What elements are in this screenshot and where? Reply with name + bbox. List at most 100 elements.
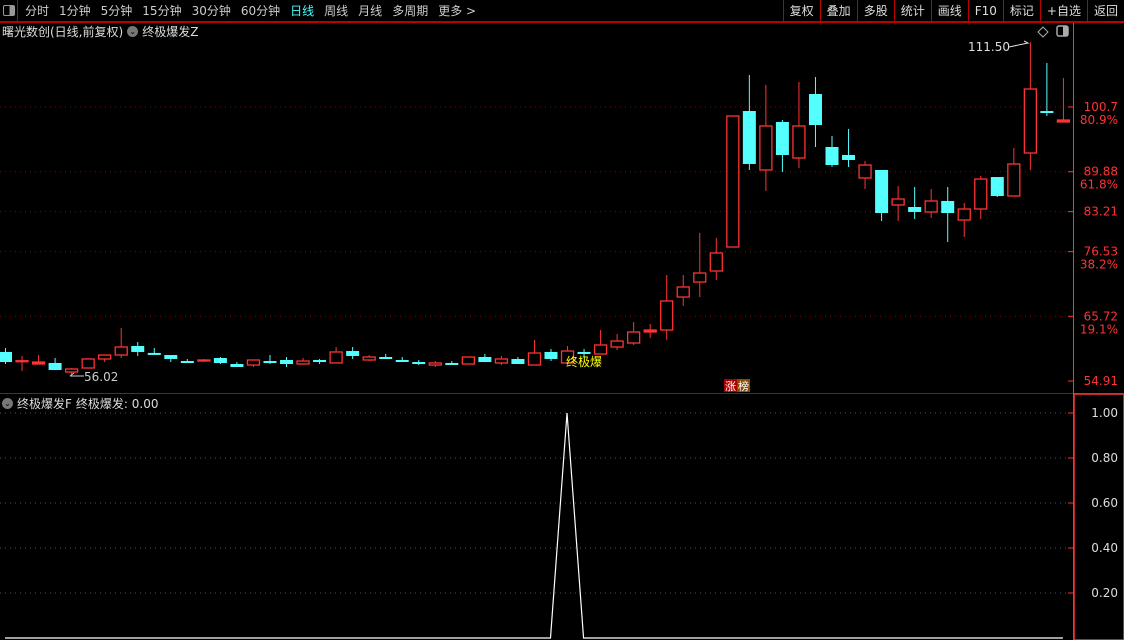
badge-bg bbox=[737, 379, 750, 392]
candle-down bbox=[180, 361, 194, 364]
toolbar-button[interactable]: 返回 bbox=[1086, 0, 1124, 22]
sub-tick-label: 0.20 bbox=[1091, 586, 1118, 600]
period-tab[interactable]: 更多 > bbox=[433, 2, 481, 19]
candle-down bbox=[131, 345, 145, 352]
signal-label: 终极爆 bbox=[566, 354, 602, 369]
candle-down bbox=[280, 359, 294, 365]
candle-down bbox=[842, 155, 856, 160]
period-tab[interactable]: 30分钟 bbox=[187, 2, 236, 19]
candle-up bbox=[560, 350, 575, 364]
candle-up bbox=[98, 354, 112, 360]
period-tab[interactable]: 5分钟 bbox=[96, 2, 138, 19]
candle-up bbox=[1007, 163, 1021, 197]
chevron-down-icon[interactable]: ⌄ bbox=[127, 26, 139, 37]
candle-down bbox=[544, 351, 558, 359]
sub-indicator-name[interactable]: 终极爆发F bbox=[17, 395, 72, 412]
candle-up bbox=[1056, 119, 1071, 123]
candle-down bbox=[395, 359, 409, 362]
candle-up bbox=[494, 358, 509, 364]
candlestick-chart[interactable]: 100.780.9% 89.8861.8% 83.21 76.5338.2% 65.72… bbox=[0, 0, 1124, 640]
candle-up bbox=[726, 115, 740, 248]
candle-up bbox=[924, 200, 938, 213]
toolbar-button[interactable]: +自选 bbox=[1039, 0, 1087, 22]
toolbar-button[interactable]: 标记 bbox=[1002, 0, 1040, 22]
candle-down bbox=[164, 355, 178, 359]
toolbar-button[interactable]: 多股 bbox=[856, 0, 894, 22]
stock-title: 曙光数创(日线,前复权) bbox=[2, 25, 124, 39]
candle-down bbox=[941, 200, 955, 214]
pct-tick-label: 80.9% bbox=[1080, 113, 1118, 127]
diamond-icon bbox=[1037, 26, 1049, 38]
period-tab[interactable]: 60分钟 bbox=[236, 2, 285, 19]
sub-tick-label: 1.00 bbox=[1091, 406, 1118, 420]
toolbar-buttons: 复权 叠加 多股 统计 画线 F10 标记 +自选 返回 bbox=[782, 0, 1124, 22]
panel-toggle-icon[interactable] bbox=[0, 0, 18, 22]
candle-up bbox=[891, 198, 905, 206]
candle-up bbox=[626, 331, 641, 344]
candle-up bbox=[957, 208, 971, 221]
period-tab[interactable]: 多周期 bbox=[387, 2, 433, 19]
candle-up bbox=[114, 346, 128, 356]
sub-tick-label: 0.40 bbox=[1091, 541, 1118, 555]
candle-down bbox=[0, 351, 12, 363]
candle-down bbox=[445, 362, 459, 365]
candle-up bbox=[197, 359, 211, 362]
candle-up bbox=[858, 164, 872, 179]
toolbar-button[interactable]: 统计 bbox=[893, 0, 931, 22]
candle-down bbox=[147, 352, 161, 355]
period-tab[interactable]: 1分钟 bbox=[54, 2, 96, 19]
candle-down bbox=[577, 351, 591, 354]
candle-up bbox=[527, 352, 542, 366]
candle-down bbox=[808, 94, 822, 126]
main-indicator-name[interactable]: 终极爆发Z bbox=[142, 23, 198, 40]
period-tab[interactable]: 15分钟 bbox=[137, 2, 186, 19]
candle-down bbox=[825, 146, 839, 166]
candle-up bbox=[329, 351, 343, 364]
indicator-line bbox=[5, 412, 1063, 639]
toolbar-button[interactable]: F10 bbox=[967, 0, 1003, 22]
candle-up bbox=[362, 356, 376, 361]
candle-up bbox=[792, 125, 806, 159]
price-tick-label: 54.91 bbox=[1084, 374, 1118, 388]
candle-up bbox=[660, 300, 674, 331]
candle-down bbox=[908, 207, 922, 212]
sub-tick-label: 0.60 bbox=[1091, 496, 1118, 510]
period-toolbar: 分时 1分钟 5分钟 15分钟 30分钟 60分钟 日线 周线 月线 多周期 更多 > 复权 叠加 多股… bbox=[0, 0, 1124, 22]
candle-up bbox=[643, 329, 657, 333]
candle-up bbox=[428, 362, 442, 366]
badge-bg bbox=[724, 379, 737, 392]
price-tick-label: 76.53 bbox=[1084, 245, 1118, 259]
candle-down bbox=[990, 177, 1004, 197]
price-tick-label: 83.21 bbox=[1084, 205, 1118, 219]
badge-text: 涨 bbox=[725, 380, 736, 393]
pct-tick-label: 61.8% bbox=[1080, 178, 1118, 192]
candle-up bbox=[974, 178, 988, 210]
chevron-down-icon[interactable]: ⌄ bbox=[2, 398, 13, 409]
layout-toggle-icon bbox=[1063, 26, 1068, 36]
candle-up bbox=[1023, 88, 1038, 154]
candle-down bbox=[313, 359, 327, 362]
pct-tick-label: 38.2% bbox=[1080, 258, 1118, 272]
sub-panel-header: ⌄ 终极爆发F 终极爆发: 0.00 bbox=[2, 395, 158, 412]
toolbar-button[interactable]: 画线 bbox=[930, 0, 968, 22]
candle-up bbox=[64, 368, 79, 373]
candle-up bbox=[81, 358, 95, 369]
period-tab[interactable]: 日线 bbox=[285, 2, 319, 19]
high-price-label: 111.50 bbox=[968, 40, 1010, 54]
period-tab[interactable]: 分时 bbox=[20, 2, 54, 19]
candle-up bbox=[593, 344, 608, 355]
candle-down bbox=[230, 364, 244, 367]
period-tab[interactable]: 月线 bbox=[353, 2, 387, 19]
toolbar-button[interactable]: 复权 bbox=[782, 0, 820, 22]
price-tick-label: 100.7 bbox=[1084, 100, 1118, 114]
candle-down bbox=[1040, 111, 1054, 114]
low-arrow-icon bbox=[69, 372, 84, 377]
period-tab[interactable]: 周线 bbox=[319, 2, 353, 19]
low-price-label: 56.02 bbox=[84, 370, 118, 384]
candle-up bbox=[709, 252, 723, 272]
candle-up bbox=[31, 361, 46, 365]
layout-toggle-icon bbox=[1056, 25, 1069, 37]
toolbar-button[interactable]: 叠加 bbox=[819, 0, 857, 22]
candle-up bbox=[246, 359, 261, 366]
candle-up bbox=[759, 125, 773, 171]
